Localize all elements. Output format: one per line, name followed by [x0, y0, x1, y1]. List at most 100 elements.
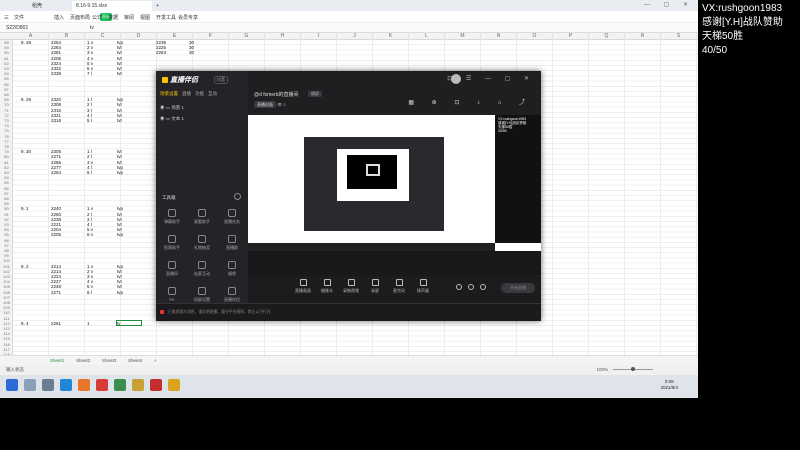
- table-cell[interactable]: tvp: [117, 170, 123, 175]
- go-live-button[interactable]: 开始直播: [501, 283, 535, 293]
- firefox-icon[interactable]: [78, 379, 90, 391]
- start-icon[interactable]: [6, 379, 18, 391]
- tool-item[interactable]: 福袋: [218, 261, 246, 277]
- column-header[interactable]: T: [697, 33, 698, 40]
- cover-button[interactable]: 直播封面: [254, 101, 276, 108]
- sheet-tab[interactable]: Sheet3: [102, 358, 116, 363]
- gear-icon[interactable]: [234, 193, 241, 200]
- table-cell[interactable]: 9. 4: [21, 321, 29, 326]
- scene-item[interactable]: ◉ ▭ 场景 1: [160, 105, 184, 111]
- task-view-icon[interactable]: [42, 379, 54, 391]
- menu-item[interactable]: 会员专享: [178, 14, 198, 21]
- header-toolbar[interactable]: ▦ ⊕ ⊡ ♪ ⌂ ⤴: [408, 97, 533, 106]
- table-cell[interactable]: tvp: [117, 290, 123, 295]
- table-cell[interactable]: 9. 2: [21, 264, 29, 269]
- column-header[interactable]: O: [517, 33, 553, 40]
- tool-item[interactable]: 礼物抽奖: [188, 235, 216, 251]
- menu-item[interactable]: 插入: [54, 14, 64, 21]
- column-header[interactable]: N: [481, 33, 517, 40]
- window-controls[interactable]: — ▢ ✕: [644, 1, 694, 8]
- name-box[interactable]: S22/D801: [6, 25, 28, 31]
- selected-cell[interactable]: [116, 320, 142, 327]
- platform-badge[interactable]: 抖音: [214, 76, 228, 84]
- sheet-tab[interactable]: +: [154, 358, 157, 363]
- tool-item[interactable]: PK: [158, 287, 186, 302]
- table-cell[interactable]: 6 v: [87, 232, 93, 237]
- column-header[interactable]: F: [193, 33, 229, 40]
- table-cell[interactable]: 5 l: [87, 170, 92, 175]
- column-header[interactable]: S: [661, 33, 697, 40]
- table-cell[interactable]: tvt: [117, 118, 122, 123]
- table-cell[interactable]: 2254: [51, 170, 61, 175]
- tool-item[interactable]: 直播群: [218, 235, 246, 251]
- menu-item[interactable]: 视图: [140, 14, 150, 21]
- column-header[interactable]: C: [85, 33, 121, 40]
- source-control[interactable]: 录制视频: [340, 279, 362, 294]
- screen-icon[interactable]: [480, 284, 486, 290]
- sheet-tab[interactable]: Sheet1: [50, 358, 64, 363]
- table-cell[interactable]: 2271: [51, 290, 61, 295]
- folder-icon[interactable]: [132, 379, 144, 391]
- menu-item[interactable]: 开发工具: [156, 14, 176, 21]
- source-control[interactable]: 摄像头: [316, 279, 338, 294]
- tool-item[interactable]: 弹幕助手: [158, 209, 186, 225]
- menu-item[interactable]: 审阅: [124, 14, 134, 21]
- app-icon[interactable]: [114, 379, 126, 391]
- search-icon[interactable]: [24, 379, 36, 391]
- tool-item[interactable]: 投屏设置: [188, 287, 216, 303]
- sidebar-tab[interactable]: 场景设置: [160, 91, 178, 96]
- table-cell[interactable]: 2318: [51, 118, 61, 123]
- column-header[interactable]: I: [301, 33, 337, 40]
- sheet-tab[interactable]: Sheet4: [128, 358, 142, 363]
- system-clock[interactable]: 0:08 2021/9/4: [660, 379, 678, 391]
- formula-input[interactable]: tv: [90, 25, 94, 31]
- edge-icon[interactable]: [60, 379, 72, 391]
- tab-xlsx-file[interactable]: 8.16-9.15.xlsx: [72, 1, 152, 11]
- column-header[interactable]: B: [49, 33, 85, 40]
- tool-item[interactable]: 观看助手: [188, 209, 216, 225]
- sidebar-tab[interactable]: 互动: [208, 91, 217, 96]
- tab-wps-home[interactable]: 稻壳: [28, 1, 68, 11]
- table-cell[interactable]: 2261: [51, 321, 61, 326]
- table-cell[interactable]: 9. 1: [21, 206, 29, 211]
- table-cell[interactable]: 1: [87, 321, 90, 326]
- settings-icon[interactable]: [468, 284, 474, 290]
- tool-item[interactable]: 直播任务: [218, 209, 246, 225]
- tool-item[interactable]: 投票助手: [158, 235, 186, 251]
- orientation-tag[interactable]: 横屏: [308, 91, 322, 97]
- table-cell[interactable]: 9. 30: [21, 149, 31, 154]
- tool-item[interactable]: 连麦互动: [188, 261, 216, 277]
- source-control[interactable]: 直播画面: [292, 279, 314, 294]
- live-companion-icon[interactable]: [168, 379, 180, 391]
- column-header[interactable]: R: [625, 33, 661, 40]
- table-cell[interactable]: 30: [189, 50, 194, 55]
- chrome-icon[interactable]: [96, 379, 108, 391]
- table-cell[interactable]: tvt: [117, 71, 122, 76]
- column-header[interactable]: Q: [589, 33, 625, 40]
- column-header[interactable]: D: [121, 33, 157, 40]
- room-title[interactable]: @d fsmerb的直播间: [254, 91, 299, 98]
- wps-icon[interactable]: [150, 379, 162, 391]
- column-header[interactable]: G: [229, 33, 265, 40]
- column-header[interactable]: K: [373, 33, 409, 40]
- table-cell[interactable]: tvp: [117, 232, 123, 237]
- mic-toggle-icon[interactable]: [456, 284, 462, 290]
- column-header[interactable]: M: [445, 33, 481, 40]
- tool-item[interactable]: 直播间: [158, 261, 186, 277]
- tool-item[interactable]: 直播伴侣: [218, 287, 246, 303]
- sheet-tab[interactable]: Sheet2: [76, 358, 90, 363]
- menu-item[interactable]: 数据: [108, 14, 118, 21]
- column-header[interactable]: H: [265, 33, 301, 40]
- zoom-slider-handle[interactable]: [631, 367, 635, 371]
- sidebar-tab[interactable]: 直播: [182, 91, 191, 96]
- sidebar-tab[interactable]: 功能: [195, 91, 204, 96]
- source-control[interactable]: 录屏: [364, 279, 386, 294]
- table-cell[interactable]: 2263: [156, 50, 166, 55]
- table-cell[interactable]: 2339: [51, 71, 61, 76]
- source-control[interactable]: 麦克风: [388, 279, 410, 294]
- column-header[interactable]: J: [337, 33, 373, 40]
- table-cell[interactable]: 9. 29: [21, 97, 31, 102]
- new-tab-button[interactable]: +: [152, 1, 162, 11]
- table-cell[interactable]: 6 l: [87, 290, 92, 295]
- table-cell[interactable]: 9. 28: [21, 40, 31, 45]
